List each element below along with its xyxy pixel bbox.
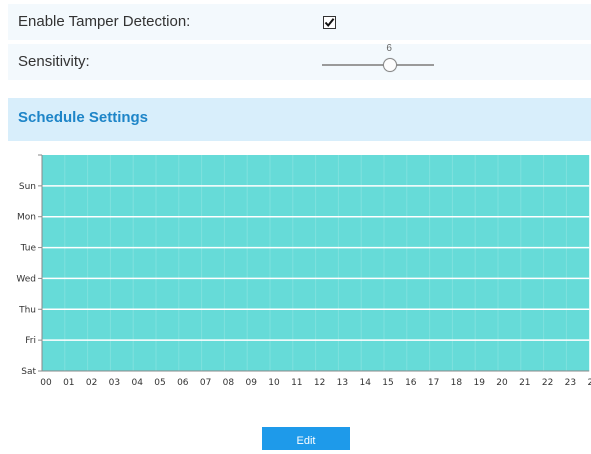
hour-label-08: 08 (223, 378, 235, 388)
slider-thumb[interactable] (383, 58, 398, 72)
day-label-wed: Wed (16, 274, 36, 284)
hour-label-00: 00 (40, 378, 52, 388)
edit-button[interactable]: Edit (262, 427, 350, 450)
hour-label-02: 02 (86, 378, 97, 388)
hour-label-03: 03 (109, 378, 120, 388)
sensitivity-row: Sensitivity: 6 (8, 43, 591, 80)
day-label-tue: Tue (20, 244, 37, 254)
day-label-mon: Mon (17, 213, 36, 223)
hour-label-18: 18 (451, 378, 463, 388)
enable-tamper-row: Enable Tamper Detection: (8, 4, 591, 40)
schedule-chart[interactable]: Sun Mon Tue Wed Thu Fri Sat 00 01 02 03 04 05 06 07 08 0… (0, 146, 591, 416)
day-label-thu: Thu (18, 305, 36, 315)
hour-label-07: 07 (200, 378, 211, 388)
hour-label-17: 17 (428, 378, 439, 388)
hour-label-23: 23 (565, 378, 576, 388)
day-label-sat: Sat (21, 367, 36, 377)
enable-tamper-label: Enable Tamper Detection: (18, 13, 191, 30)
hour-label-12: 12 (314, 378, 325, 388)
day-label-sun: Sun (19, 182, 36, 192)
hour-label-04: 04 (131, 378, 143, 388)
sensitivity-label: Sensitivity: (18, 53, 90, 70)
checkmark-icon (324, 18, 335, 28)
hour-label-09: 09 (245, 378, 257, 388)
hour-label-15: 15 (382, 378, 393, 388)
hour-label-10: 10 (268, 378, 280, 388)
hour-label-16: 16 (405, 378, 417, 388)
hour-label-20: 20 (496, 378, 508, 388)
schedule-settings-header: Schedule Settings (8, 98, 591, 141)
hour-label-11: 11 (291, 378, 302, 388)
enable-tamper-checkbox[interactable] (323, 16, 336, 29)
hour-label-22: 22 (542, 378, 553, 388)
hour-label-14: 14 (359, 378, 371, 388)
hour-label-24: 24 (587, 378, 591, 388)
hour-label-21: 21 (519, 378, 530, 388)
day-label-fri: Fri (25, 336, 36, 346)
hour-label-01: 01 (63, 378, 74, 388)
hour-label-13: 13 (337, 378, 348, 388)
hour-label-05: 05 (154, 378, 165, 388)
hour-label-19: 19 (473, 378, 485, 388)
sensitivity-value: 6 (386, 43, 392, 54)
schedule-settings-title: Schedule Settings (18, 109, 149, 126)
slider-track[interactable] (322, 64, 434, 66)
hour-label-06: 06 (177, 378, 189, 388)
